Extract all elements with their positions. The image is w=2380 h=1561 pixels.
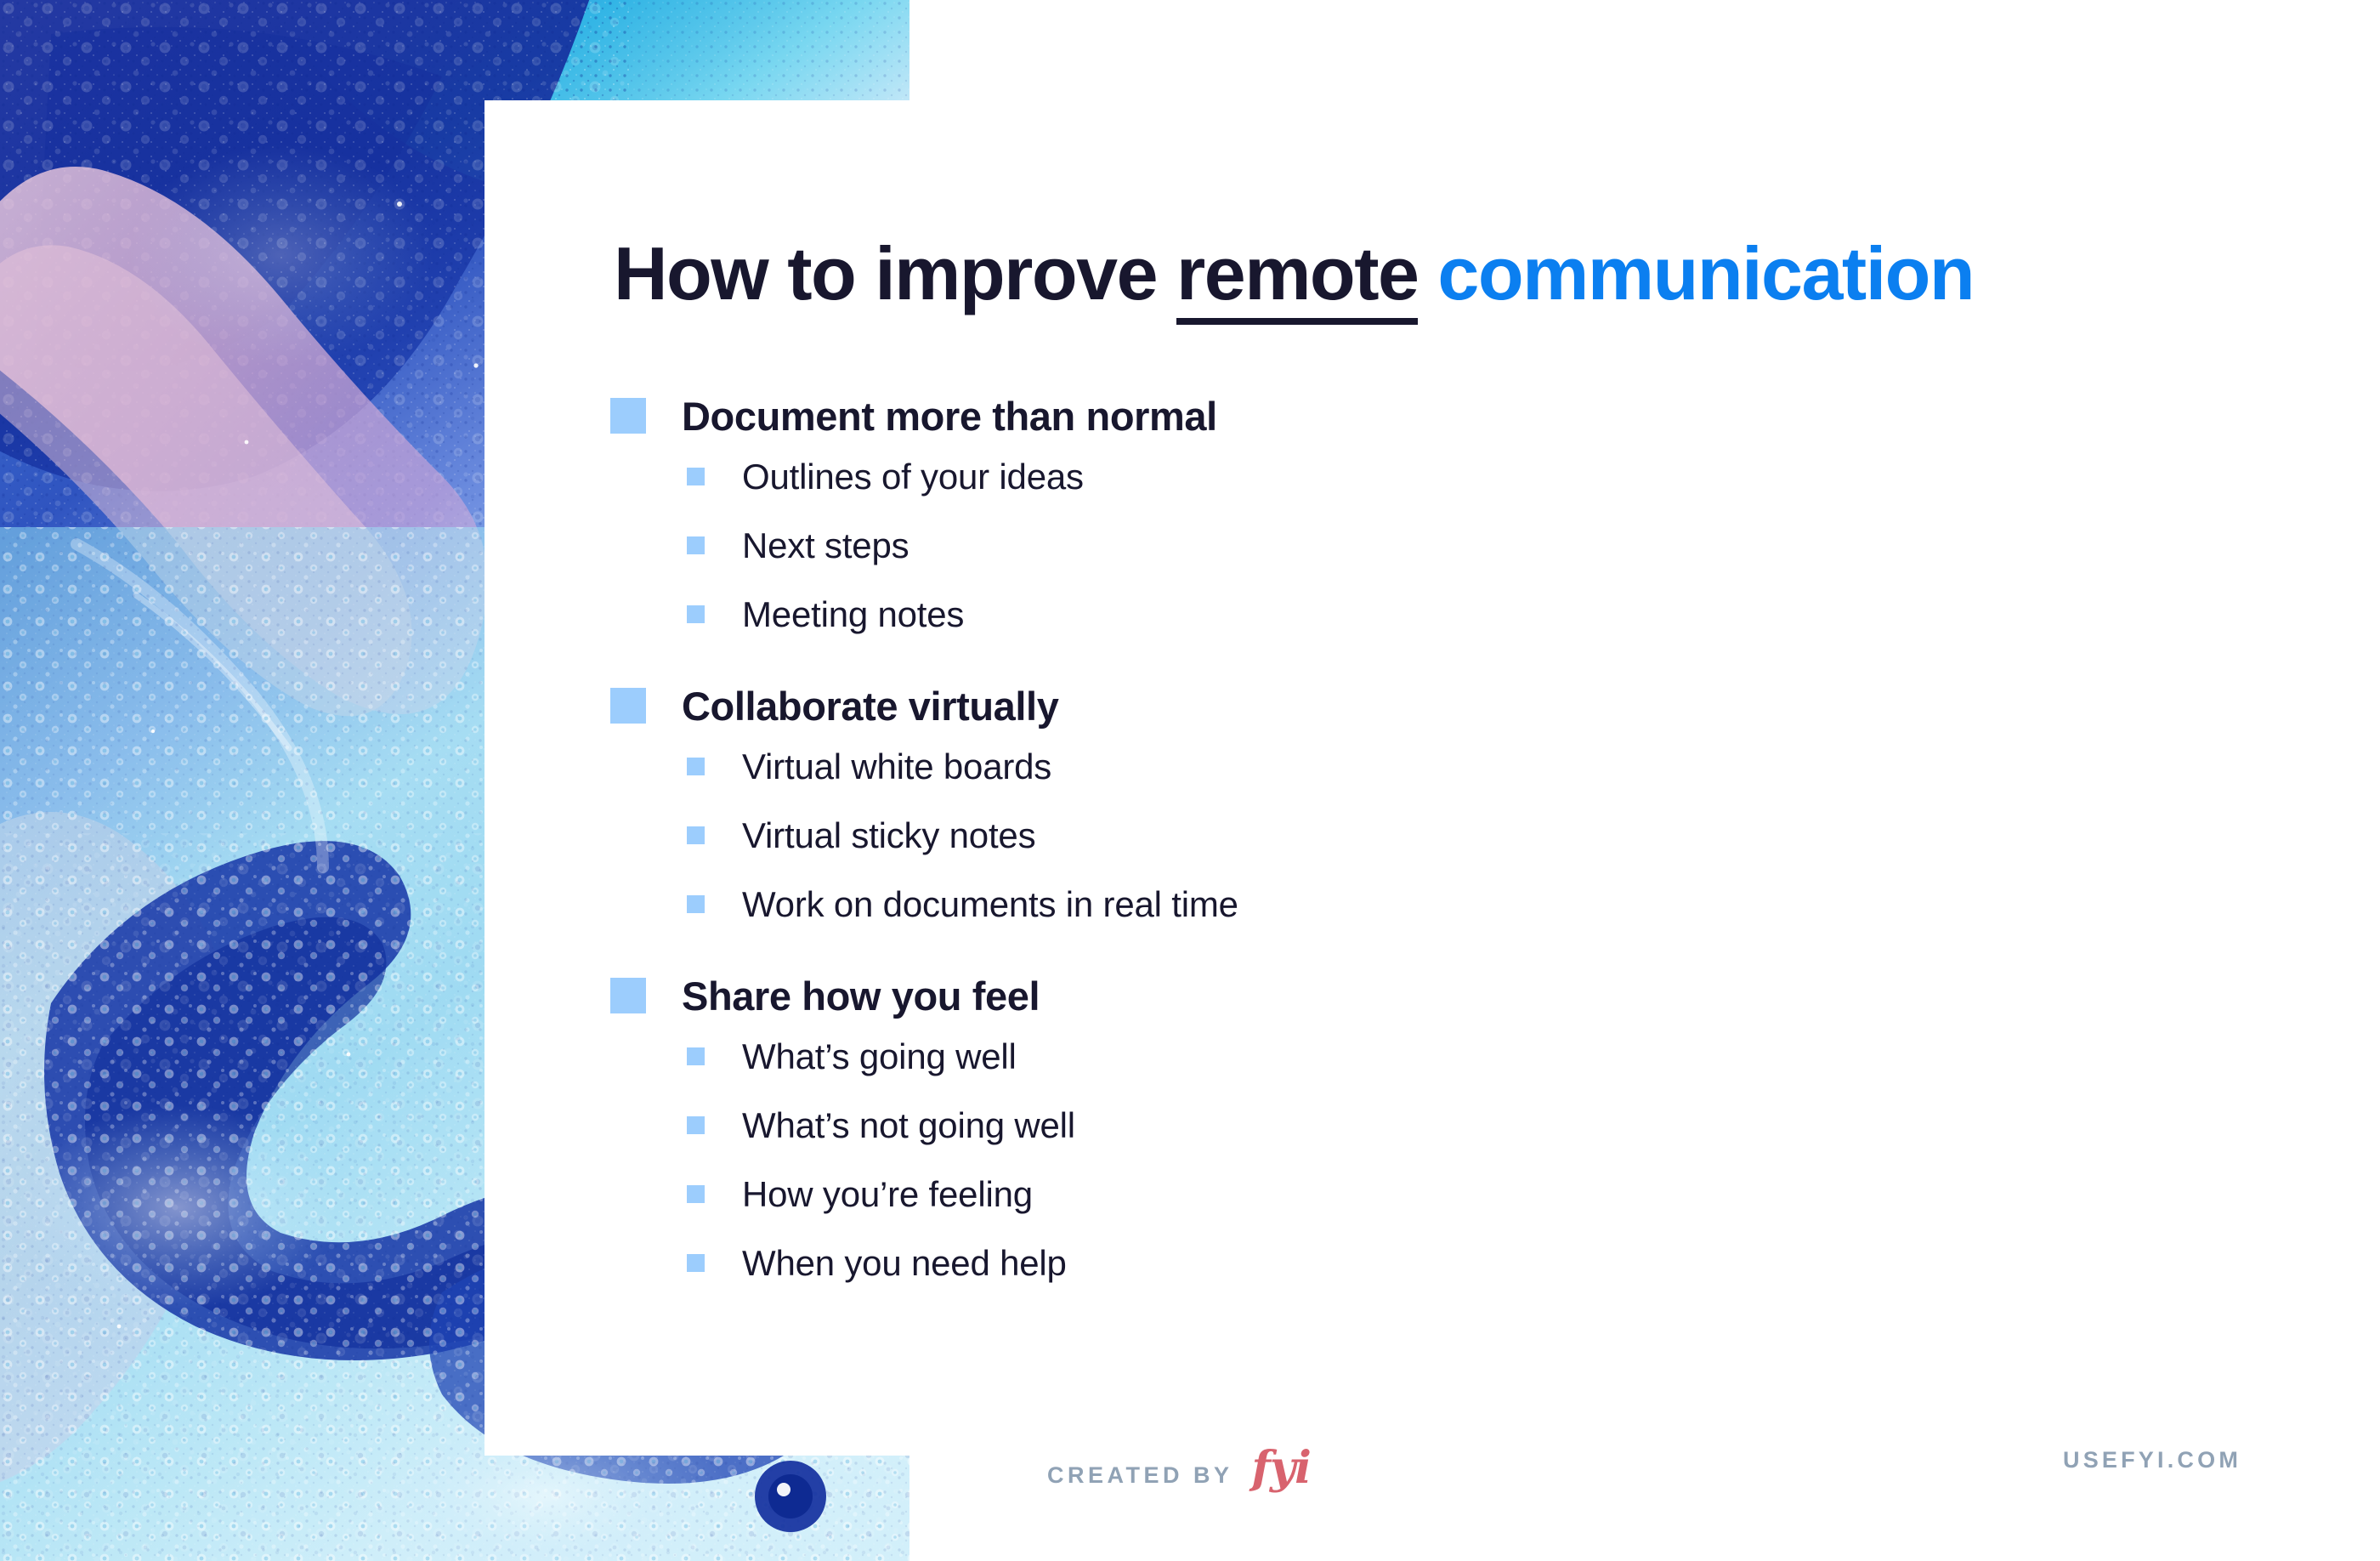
small-square-bullet-icon (687, 1116, 705, 1134)
title-space (1418, 231, 1437, 315)
outline-sub-item-label: Virtual sticky notes (742, 815, 1036, 855)
outline-group-heading: Share how you feel (610, 969, 2225, 1022)
outline-sub-item-label: Virtual white boards (742, 746, 1052, 786)
outline-sub-item-label: When you need help (742, 1242, 1067, 1283)
small-square-bullet-icon (687, 468, 705, 485)
outline-group-heading-label: Share how you feel (682, 973, 1040, 1019)
outline-list: Document more than normal Outlines of yo… (610, 389, 2225, 1297)
page-title: How to improve remote communication (614, 231, 1975, 325)
outline-sub-item: Next steps (610, 511, 2225, 580)
outline-sub-item: How you’re feeling (610, 1160, 2225, 1229)
square-bullet-icon (610, 398, 646, 434)
outline-sub-item-label: Outlines of your ideas (742, 456, 1084, 497)
outline-group: Share how you feel What’s going well Wha… (610, 969, 2225, 1297)
small-square-bullet-icon (687, 1185, 705, 1203)
outline-sub-item-label: How you’re feeling (742, 1173, 1033, 1214)
outline-sub-item: Work on documents in real time (610, 870, 2225, 939)
content-card: How to improve remote communication Docu… (484, 100, 2380, 1456)
outline-sub-item: When you need help (610, 1229, 2225, 1297)
square-bullet-icon (610, 978, 646, 1013)
outline-sub-item-label: What’s going well (742, 1036, 1017, 1076)
small-square-bullet-icon (687, 1254, 705, 1272)
title-accent-word: communication (1437, 231, 1975, 315)
footer-credit: CREATED BY fyi (1047, 1442, 1312, 1494)
small-square-bullet-icon (687, 1047, 705, 1065)
title-part-1: How to improve (614, 231, 1176, 315)
footer-website-url: USEFYI.COM (2063, 1447, 2242, 1473)
footer-created-by-label: CREATED BY (1047, 1462, 1233, 1488)
fyi-logo: fyi (1251, 1442, 1312, 1494)
outline-sub-item-label: Work on documents in real time (742, 883, 1238, 924)
outline-sub-item: Virtual sticky notes (610, 801, 2225, 870)
outline-sub-item: Virtual white boards (610, 732, 2225, 801)
outline-group: Collaborate virtually Virtual white boar… (610, 679, 2225, 939)
outline-sub-item-label: Meeting notes (742, 593, 965, 634)
outline-sub-item-label: Next steps (742, 525, 910, 565)
small-square-bullet-icon (687, 826, 705, 844)
outline-group-heading: Collaborate virtually (610, 679, 2225, 732)
outline-sub-item: Meeting notes (610, 580, 2225, 649)
title-underlined-word: remote (1176, 231, 1420, 325)
outline-group-heading-label: Document more than normal (682, 393, 1217, 439)
small-square-bullet-icon (687, 758, 705, 775)
outline-sub-item-label: What’s not going well (742, 1104, 1075, 1145)
small-square-bullet-icon (687, 895, 705, 913)
outline-sub-item: What’s not going well (610, 1091, 2225, 1160)
square-bullet-icon (610, 688, 646, 724)
outline-group-heading: Document more than normal (610, 389, 2225, 442)
outline-group: Document more than normal Outlines of yo… (610, 389, 2225, 649)
outline-sub-item: What’s going well (610, 1022, 2225, 1091)
small-square-bullet-icon (687, 605, 705, 623)
small-square-bullet-icon (687, 536, 705, 554)
outline-sub-item: Outlines of your ideas (610, 442, 2225, 511)
outline-group-heading-label: Collaborate virtually (682, 683, 1059, 729)
